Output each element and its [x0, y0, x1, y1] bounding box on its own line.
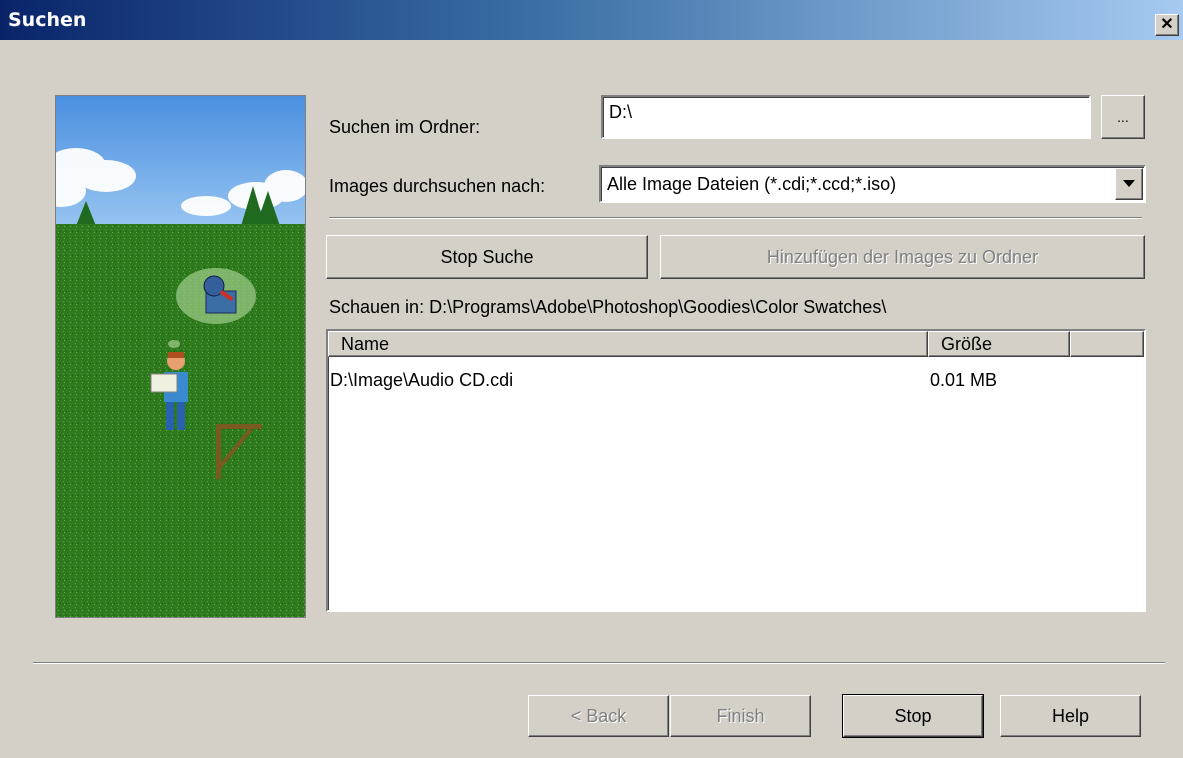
folder-input-value: D:\ [609, 102, 633, 122]
column-header-name-label: Name [341, 334, 390, 354]
chevron-down-icon [1123, 180, 1135, 187]
add-images-label: Hinzufügen der Images zu Ordner [766, 246, 1039, 267]
column-header-empty[interactable] [1070, 331, 1144, 357]
looking-in-status: Schauen in: D:\Programs\Adobe\Photoshop\… [329, 297, 887, 317]
row-name: D:\Image\Audio CD.cdi [330, 370, 514, 390]
close-button[interactable]: ✕ [1155, 14, 1179, 36]
search-wizard-illustration-icon [56, 96, 305, 617]
browse-button[interactable]: ... [1101, 95, 1145, 139]
wizard-illustration [55, 95, 306, 618]
title-bar: Suchen ✕ [0, 0, 1183, 40]
back-button-label: < Back [570, 705, 627, 726]
results-header: Name Größe [328, 331, 1144, 357]
column-header-size[interactable]: Größe [928, 331, 1070, 357]
stop-search-label: Stop Suche [440, 246, 534, 267]
type-label: Images durchsuchen nach: [329, 176, 546, 196]
back-button[interactable]: < Back [528, 695, 669, 737]
stop-button-label: Stop [894, 705, 932, 726]
help-button[interactable]: Help [1000, 695, 1141, 737]
stop-search-button[interactable]: Stop Suche [326, 235, 648, 279]
finish-button-label: Finish [716, 705, 765, 726]
type-select-dropdown[interactable] [1115, 168, 1143, 200]
close-icon: ✕ [1160, 16, 1174, 33]
window-title: Suchen [8, 9, 87, 31]
footer-separator [33, 662, 1165, 664]
type-select[interactable]: Alle Image Dateien (*.cdi;*.ccd;*.iso) [599, 165, 1146, 203]
type-select-value: Alle Image Dateien (*.cdi;*.ccd;*.iso) [607, 174, 897, 194]
folder-label: Suchen im Ordner: [329, 117, 481, 137]
form-separator [329, 217, 1142, 219]
add-images-button[interactable]: Hinzufügen der Images zu Ordner [660, 235, 1145, 279]
column-header-name[interactable]: Name [328, 331, 928, 357]
finish-button[interactable]: Finish [670, 695, 811, 737]
folder-input[interactable]: D:\ [601, 95, 1091, 139]
stop-button[interactable]: Stop [842, 694, 984, 738]
results-list[interactable]: Name Größe D:\Image\Audio CD.cdi 0.01 MB [326, 329, 1146, 612]
browse-button-label: ... [1117, 109, 1129, 125]
column-header-size-label: Größe [941, 334, 993, 354]
help-button-label: Help [1051, 705, 1090, 726]
row-size: 0.01 MB [930, 370, 998, 390]
table-row[interactable]: D:\Image\Audio CD.cdi 0.01 MB [328, 367, 1144, 393]
